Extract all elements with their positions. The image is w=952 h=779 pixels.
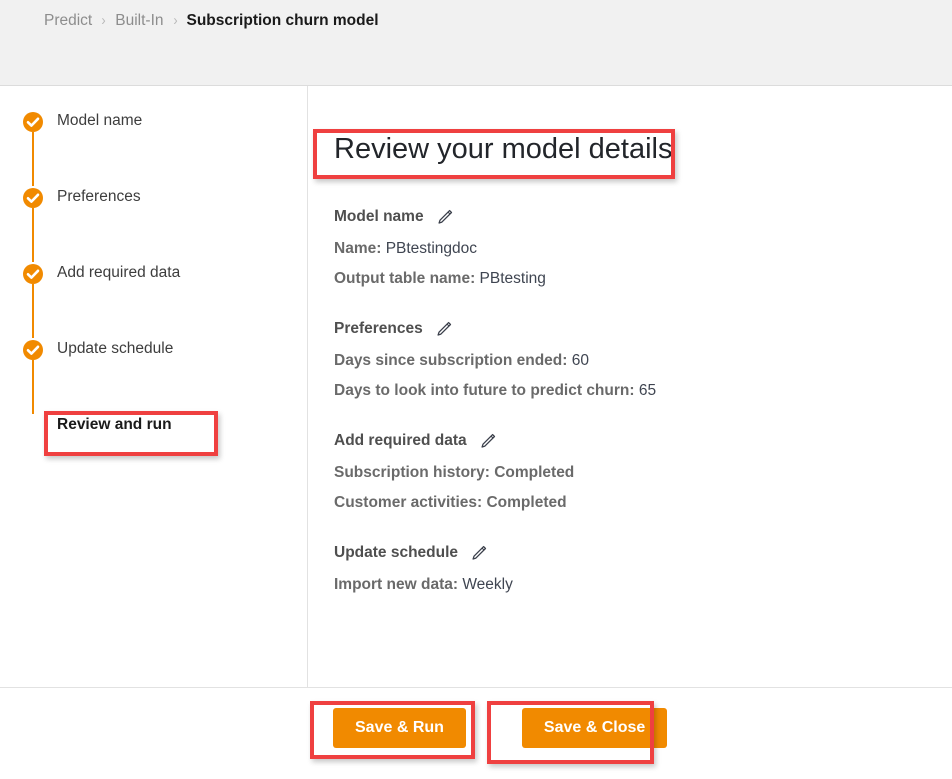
sidebar-step-label: Model name	[57, 112, 143, 129]
field-label: Days since subscription ended:	[334, 352, 568, 369]
step-connector-line	[32, 132, 34, 186]
pencil-icon[interactable]	[478, 432, 497, 451]
field-value: 65	[638, 382, 657, 399]
sidebar-step-label: Preferences	[57, 188, 141, 205]
dot-icon	[22, 415, 44, 437]
field-row: Name: PBtestingdoc	[334, 239, 952, 259]
field-value: 60	[571, 352, 589, 369]
field-label: Name:	[334, 240, 382, 257]
sidebar-step-preferences[interactable]: Preferences	[0, 186, 307, 262]
section-header: Update schedule	[334, 543, 952, 563]
section-header: Preferences	[334, 319, 952, 339]
pencil-icon[interactable]	[434, 320, 453, 339]
section-preferences: Preferences Days since subscription ende…	[334, 319, 952, 401]
pencil-icon[interactable]	[469, 544, 488, 563]
chevron-right-icon: ›	[101, 12, 106, 29]
field-row: Customer activities: Completed	[334, 493, 952, 513]
section-add-required-data: Add required data Subscription history: …	[334, 431, 952, 513]
section-update-schedule: Update schedule Import new data: Weekly	[334, 543, 952, 595]
main-content: Review your model details Model name Nam…	[309, 86, 952, 687]
sidebar-step-model-name[interactable]: Model name	[0, 110, 307, 186]
check-circle-icon	[22, 339, 44, 361]
field-row: Days to look into future to predict chur…	[334, 381, 952, 401]
section-header: Add required data	[334, 431, 952, 451]
field-row: Subscription history: Completed	[334, 463, 952, 483]
page-header: Predict › Built-In › Subscription churn …	[0, 0, 952, 86]
step-navigation-sidebar: Model name Preferences Add required data	[0, 86, 308, 687]
section-title: Add required data	[334, 432, 467, 449]
sidebar-step-label: Review and run	[57, 416, 172, 433]
chevron-right-icon: ›	[172, 12, 178, 29]
field-value: Completed	[486, 494, 567, 511]
field-row: Days since subscription ended: 60	[334, 351, 952, 371]
breadcrumb: Predict › Built-In › Subscription churn …	[44, 11, 379, 31]
check-circle-icon	[22, 187, 44, 209]
section-title: Update schedule	[334, 544, 459, 561]
breadcrumb-item-current: Subscription churn model	[186, 12, 379, 29]
sidebar-step-label: Add required data	[57, 264, 181, 281]
section-title: Model name	[334, 208, 424, 225]
sidebar-step-label: Update schedule	[57, 340, 174, 357]
field-value: Weekly	[462, 576, 513, 593]
field-label: Customer activities:	[334, 494, 483, 511]
page-body: Model name Preferences Add required data	[0, 86, 952, 779]
pencil-icon[interactable]	[435, 208, 454, 227]
sidebar-step-update-schedule[interactable]: Update schedule	[0, 338, 307, 414]
section-title: Preferences	[334, 320, 423, 337]
field-value: PBtestingdoc	[385, 240, 478, 257]
action-bar: Save & Run Save & Close	[0, 687, 952, 779]
save-and-close-button[interactable]: Save & Close	[521, 708, 668, 748]
field-label: Import new data:	[334, 576, 459, 593]
breadcrumb-item-predict[interactable]: Predict	[44, 11, 92, 31]
field-label: Output table name:	[334, 270, 476, 287]
field-label: Days to look into future to predict chur…	[334, 382, 635, 399]
step-connector-line	[32, 360, 34, 414]
step-connector-line	[32, 208, 34, 262]
field-label: Subscription history:	[334, 464, 490, 481]
page-title: Review your model details	[334, 133, 673, 165]
field-row: Output table name: PBtesting	[334, 269, 952, 289]
check-circle-icon	[22, 111, 44, 133]
sidebar-step-review-and-run[interactable]: Review and run	[0, 414, 307, 490]
section-model-name: Model name Name: PBtestingdoc Output tab…	[334, 207, 952, 289]
step-connector-line	[32, 284, 34, 338]
section-header: Model name	[334, 207, 952, 227]
sidebar-step-add-required-data[interactable]: Add required data	[0, 262, 307, 338]
save-and-run-button[interactable]: Save & Run	[333, 708, 466, 748]
field-row: Import new data: Weekly	[334, 575, 952, 595]
field-value: PBtesting	[479, 270, 546, 287]
check-circle-icon	[22, 263, 44, 285]
field-value: Completed	[494, 464, 575, 481]
breadcrumb-item-built-in[interactable]: Built-In	[115, 11, 163, 31]
